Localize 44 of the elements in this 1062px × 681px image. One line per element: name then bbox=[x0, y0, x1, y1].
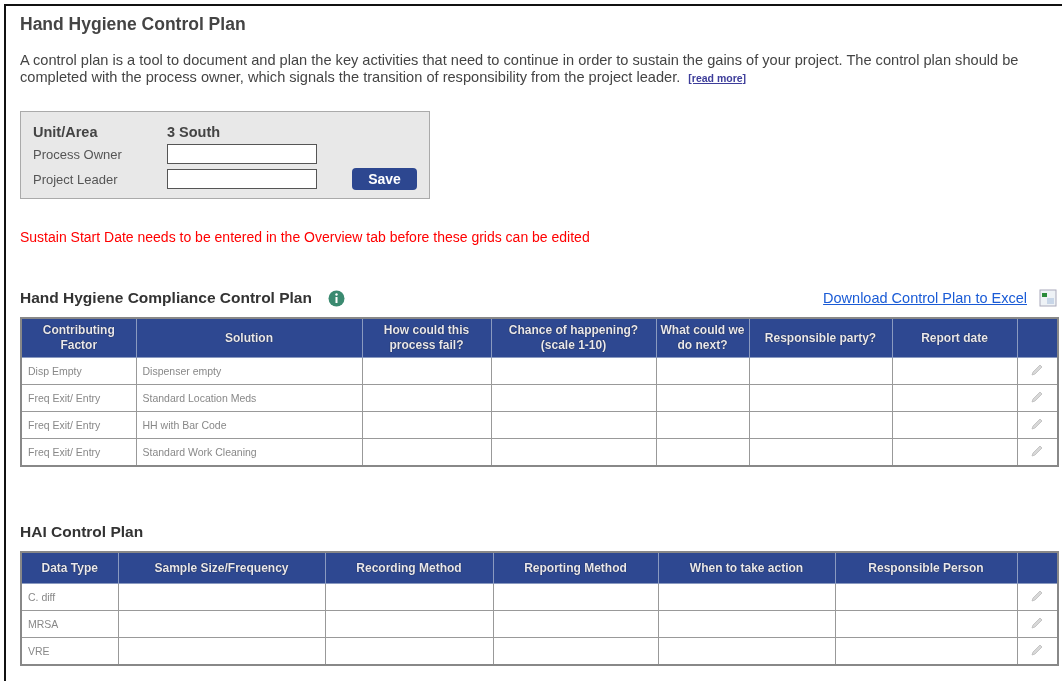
table-cell: C. diff bbox=[21, 583, 118, 611]
table-cell: Disp Empty bbox=[21, 357, 136, 385]
table-cell: Freq Exit/ Entry bbox=[21, 411, 136, 439]
field-label: Process Owner bbox=[33, 146, 123, 162]
pencil-icon[interactable] bbox=[1030, 589, 1045, 603]
page-title: Hand Hygiene Control Plan bbox=[20, 14, 246, 35]
field-label: Project Leader bbox=[33, 171, 119, 187]
column-header: Report date bbox=[892, 318, 1017, 358]
column-header: What could we do next? bbox=[656, 318, 749, 358]
spreadsheet-icon[interactable] bbox=[1039, 289, 1057, 307]
pencil-icon[interactable] bbox=[1030, 643, 1045, 657]
column-header: Solution bbox=[136, 318, 362, 358]
column-header: When to take action bbox=[658, 552, 835, 584]
warning-message: Sustain Start Date needs to be entered in the Overview tab before these grids can be edited bbox=[20, 229, 590, 245]
column-header: Responsible Person bbox=[835, 552, 1017, 584]
info-icon[interactable] bbox=[327, 289, 345, 307]
column-header: Data Type bbox=[21, 552, 118, 584]
section-title: HAI Control Plan bbox=[20, 523, 144, 541]
save-button[interactable]: Save bbox=[352, 168, 417, 190]
table-cell: Standard Location Meds bbox=[136, 384, 362, 412]
pencil-icon[interactable] bbox=[1030, 616, 1045, 630]
column-header: Sample Size/Frequency bbox=[118, 552, 325, 584]
column-header: How could this process fail? bbox=[362, 318, 491, 358]
intro-paragraph: A control plan is a tool to document and plan the key activities that need to continue in order to sustain the gains of your project. The control plan should be completed with the process owner, which signals the transition of responsibility from the project leader. [read more] bbox=[20, 52, 1020, 87]
column-header: Chance of happening? (scale 1-10) bbox=[491, 318, 656, 358]
download-link[interactable]: Download Control Plan to Excel bbox=[823, 290, 1027, 306]
read-more-link[interactable]: [read more] bbox=[688, 72, 747, 84]
pencil-icon[interactable] bbox=[1030, 363, 1045, 377]
section-title: Hand Hygiene Compliance Control Plan bbox=[20, 289, 312, 307]
column-header: Recording Method bbox=[325, 552, 493, 584]
pencil-icon[interactable] bbox=[1030, 390, 1045, 404]
column-header: Contributing Factor bbox=[21, 318, 136, 358]
unit-area-label: Unit/Area bbox=[33, 124, 99, 140]
table-cell: MRSA bbox=[21, 610, 118, 638]
column-header: Responsible party? bbox=[749, 318, 892, 358]
unit-area-value: 3 South bbox=[167, 124, 222, 140]
table-cell: HH with Bar Code bbox=[136, 411, 362, 439]
text-field[interactable] bbox=[167, 144, 317, 164]
pencil-icon[interactable] bbox=[1030, 444, 1045, 458]
column-header: Reporting Method bbox=[493, 552, 658, 584]
table-cell: Freq Exit/ Entry bbox=[21, 384, 136, 412]
pencil-icon[interactable] bbox=[1030, 417, 1045, 431]
table-cell: Dispenser empty bbox=[136, 357, 362, 385]
text-field[interactable] bbox=[167, 169, 317, 189]
